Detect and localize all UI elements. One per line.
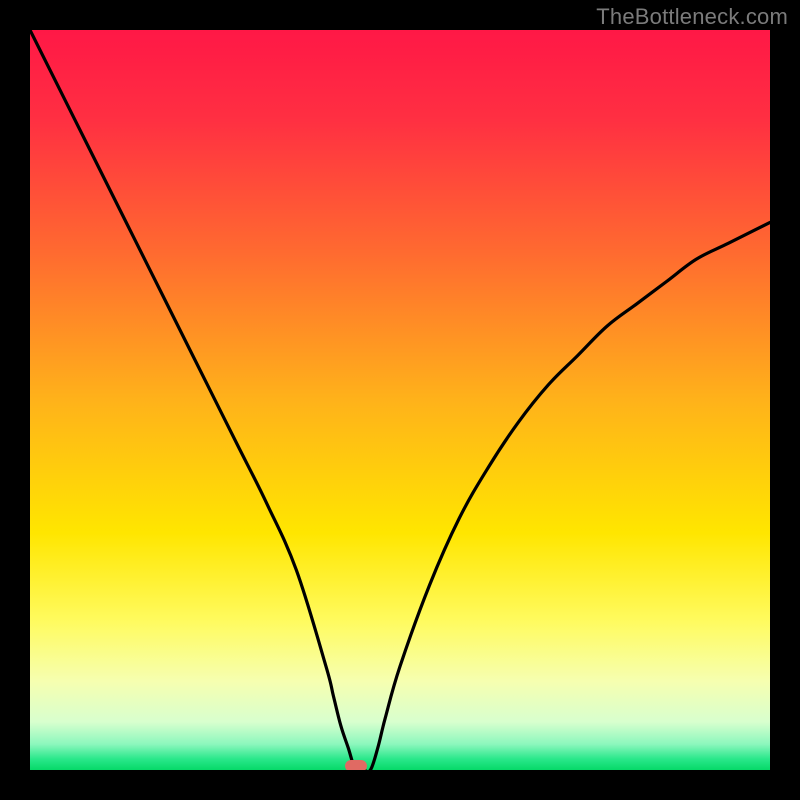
plot-area [30,30,770,770]
chart-frame: TheBottleneck.com [0,0,800,800]
optimal-point-marker [345,760,367,770]
bottleneck-curve [30,30,770,770]
watermark-text: TheBottleneck.com [596,4,788,30]
